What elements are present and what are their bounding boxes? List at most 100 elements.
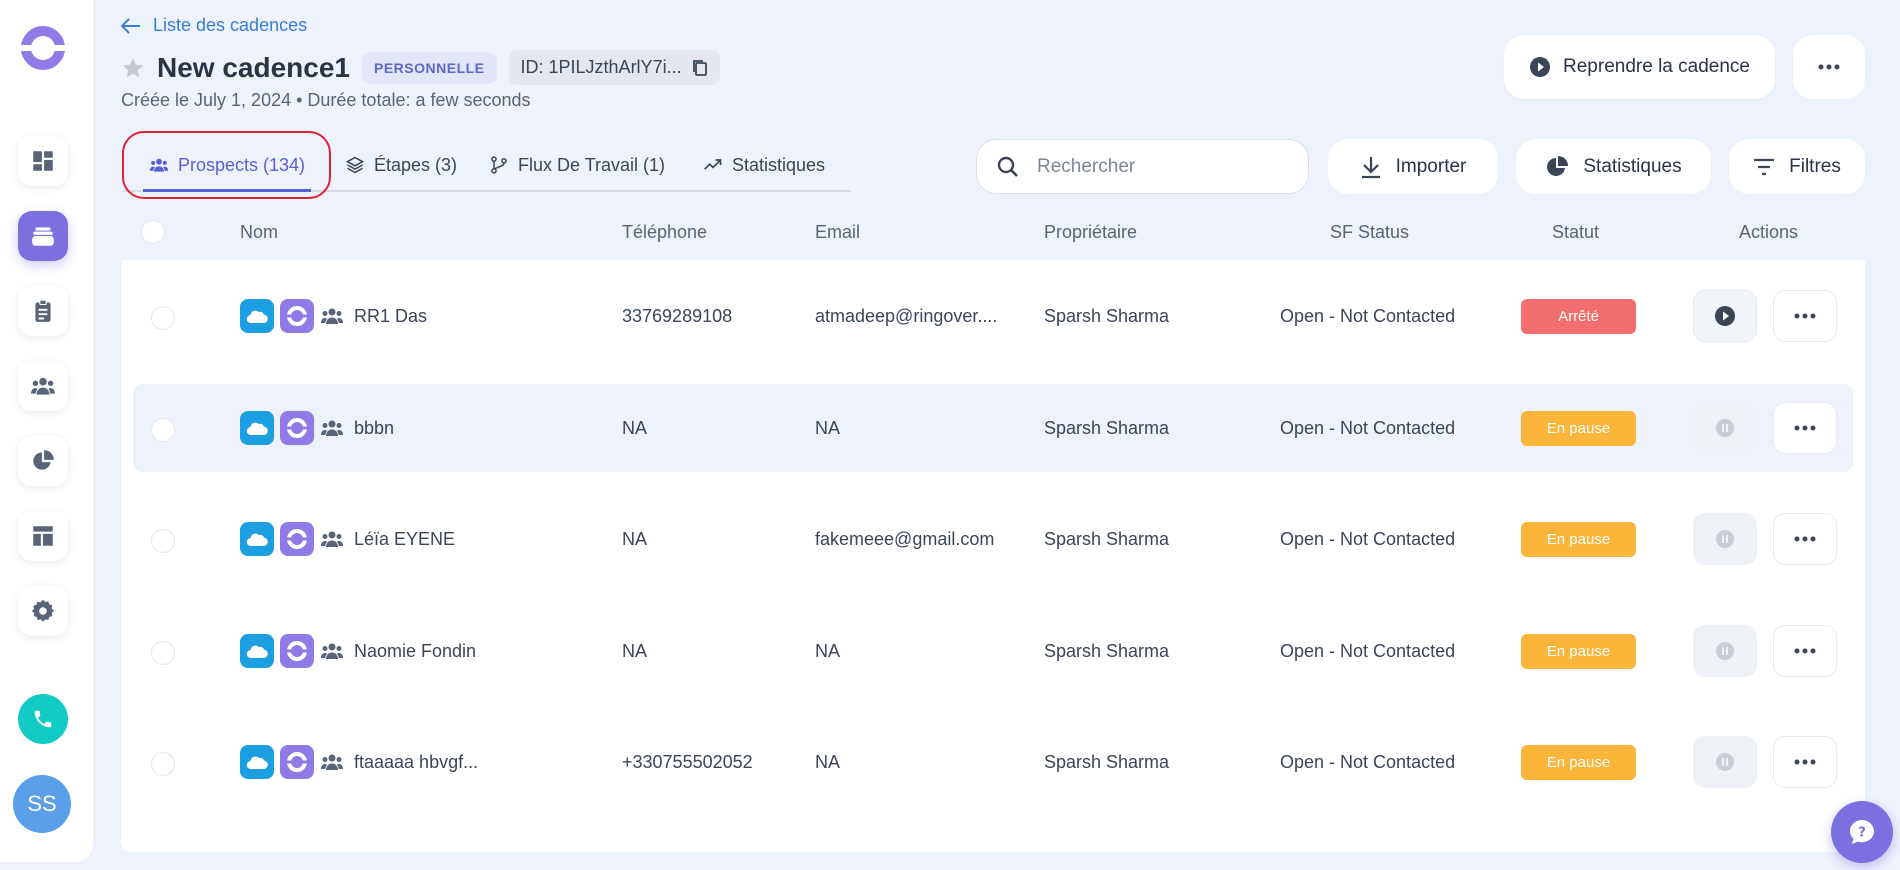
table-row[interactable]: RR1 Das 33769289108 atmadeep@ringover...… [121,272,1865,360]
prospect-name[interactable]: Léïa EYENE [354,529,455,550]
app-logo-icon[interactable] [19,24,67,72]
table-row[interactable]: bbbn NA NA Sparsh Sharma Open - Not Cont… [121,384,1865,472]
nav-people[interactable] [18,361,68,411]
filters-button[interactable]: Filtres [1729,139,1865,194]
tab-steps[interactable]: Étapes (3) [345,140,457,190]
email-cell[interactable]: atmadeep@ringover.... [815,272,997,360]
tab-workflow[interactable]: Flux De Travail (1) [489,140,665,190]
salesforce-icon[interactable] [240,522,274,556]
prospect-name[interactable]: bbbn [354,418,394,439]
phone-cell[interactable]: 33769289108 [622,272,732,360]
pause-prospect-button[interactable] [1693,625,1757,677]
prospect-name[interactable]: RR1 Das [354,306,427,327]
name-cell: RR1 Das [240,272,427,360]
search-input[interactable] [1037,155,1267,178]
prospect-name[interactable]: Naomie Fondin [354,641,476,662]
star-icon[interactable] [121,56,145,80]
nav-settings[interactable] [18,586,68,636]
people-icon [31,377,55,395]
email-cell[interactable]: NA [815,384,840,472]
nav-tasks[interactable] [18,286,68,336]
layers-icon [345,156,365,174]
import-button[interactable]: Importer [1328,139,1498,194]
row-more-button[interactable] [1773,290,1837,342]
pause-prospect-button[interactable] [1693,402,1757,454]
col-status[interactable]: Statut [1552,222,1599,243]
filters-label: Filtres [1789,155,1841,177]
phone-button[interactable] [18,694,68,744]
tab-prospects[interactable]: Prospects (134) [142,140,312,192]
phone-cell[interactable]: NA [622,495,647,583]
cadence-logo-icon[interactable] [280,634,314,668]
more-options-button[interactable] [1793,35,1865,99]
col-phone[interactable]: Téléphone [622,222,707,243]
col-email[interactable]: Email [815,222,860,243]
row-more-button[interactable] [1773,513,1837,565]
select-all-checkbox[interactable] [141,220,165,244]
sf-status-cell: Open - Not Contacted [1280,305,1456,326]
name-cell: bbbn [240,384,394,472]
back-link[interactable]: Liste des cadences [121,15,307,36]
row-more-button[interactable] [1773,736,1837,788]
row-checkbox[interactable] [151,418,175,442]
table-row[interactable]: Naomie Fondin NA NA Sparsh Sharma Open -… [121,607,1865,695]
nav-templates[interactable] [18,511,68,561]
status-badge: Arrêté [1521,298,1636,334]
owner-cell: Sparsh Sharma [1044,751,1170,772]
cadence-logo-icon[interactable] [280,411,314,445]
cadence-id-chip[interactable]: ID: 1PILJzthArlY7i... [508,50,720,85]
prospect-name[interactable]: ftaaaaa hbvgf... [354,752,478,773]
phone-cell[interactable]: +330755502052 [622,718,753,806]
statistics-button[interactable]: Statistiques [1516,139,1711,194]
layout-icon [33,526,53,546]
email-cell[interactable]: NA [815,607,840,695]
row-more-button[interactable] [1773,402,1837,454]
cadence-logo-icon[interactable] [280,299,314,333]
copy-icon[interactable] [692,59,708,77]
phone-cell[interactable]: NA [622,607,647,695]
pause-prospect-button[interactable] [1693,513,1757,565]
row-checkbox[interactable] [151,306,175,330]
email-cell[interactable]: NA [815,718,840,806]
cadence-logo-icon[interactable] [280,745,314,779]
resume-prospect-button[interactable] [1693,290,1757,342]
pause-circle-icon [1716,419,1734,437]
phone-cell[interactable]: NA [622,384,647,472]
col-name[interactable]: Nom [240,222,278,243]
salesforce-icon[interactable] [240,745,274,779]
row-checkbox[interactable] [151,641,175,665]
sf-status-cell: Open - Not Contacted [1280,528,1456,549]
help-button[interactable]: ? [1831,801,1893,863]
tab-bar: Prospects (134) Étapes (3) Flux De Trava… [123,140,851,192]
phone-icon [34,710,52,728]
play-circle-icon [1715,306,1735,326]
salesforce-icon[interactable] [240,411,274,445]
nav-cadences[interactable] [18,211,68,261]
row-checkbox[interactable] [151,752,175,776]
col-sf-status[interactable]: SF Status [1330,222,1409,243]
resume-cadence-button[interactable]: Reprendre la cadence [1504,35,1775,99]
visibility-badge: PERSONNELLE [362,51,497,84]
user-avatar[interactable]: SS [13,775,71,833]
pause-prospect-button[interactable] [1693,736,1757,788]
row-more-button[interactable] [1773,625,1837,677]
owner-cell: Sparsh Sharma [1044,305,1170,326]
more-horizontal-icon [1818,64,1840,70]
pause-circle-icon [1716,642,1734,660]
status-badge: En pause [1521,633,1636,669]
row-checkbox[interactable] [151,529,175,553]
salesforce-icon[interactable] [240,634,274,668]
search-box[interactable] [976,139,1309,194]
tab-statistics[interactable]: Statistiques [703,140,825,190]
table-row[interactable]: Léïa EYENE NA fakemeee@gmail.com Sparsh … [121,495,1865,583]
cadence-logo-icon[interactable] [280,522,314,556]
group-icon [321,754,343,770]
email-cell[interactable]: fakemeee@gmail.com [815,495,994,583]
nav-reports[interactable] [18,436,68,486]
owner-cell: Sparsh Sharma [1044,417,1170,438]
table-row[interactable]: ftaaaaa hbvgf... +330755502052 NA Sparsh… [121,718,1865,806]
group-icon [321,531,343,547]
col-owner[interactable]: Propriétaire [1044,222,1137,243]
nav-dashboard[interactable] [18,136,68,186]
salesforce-icon[interactable] [240,299,274,333]
